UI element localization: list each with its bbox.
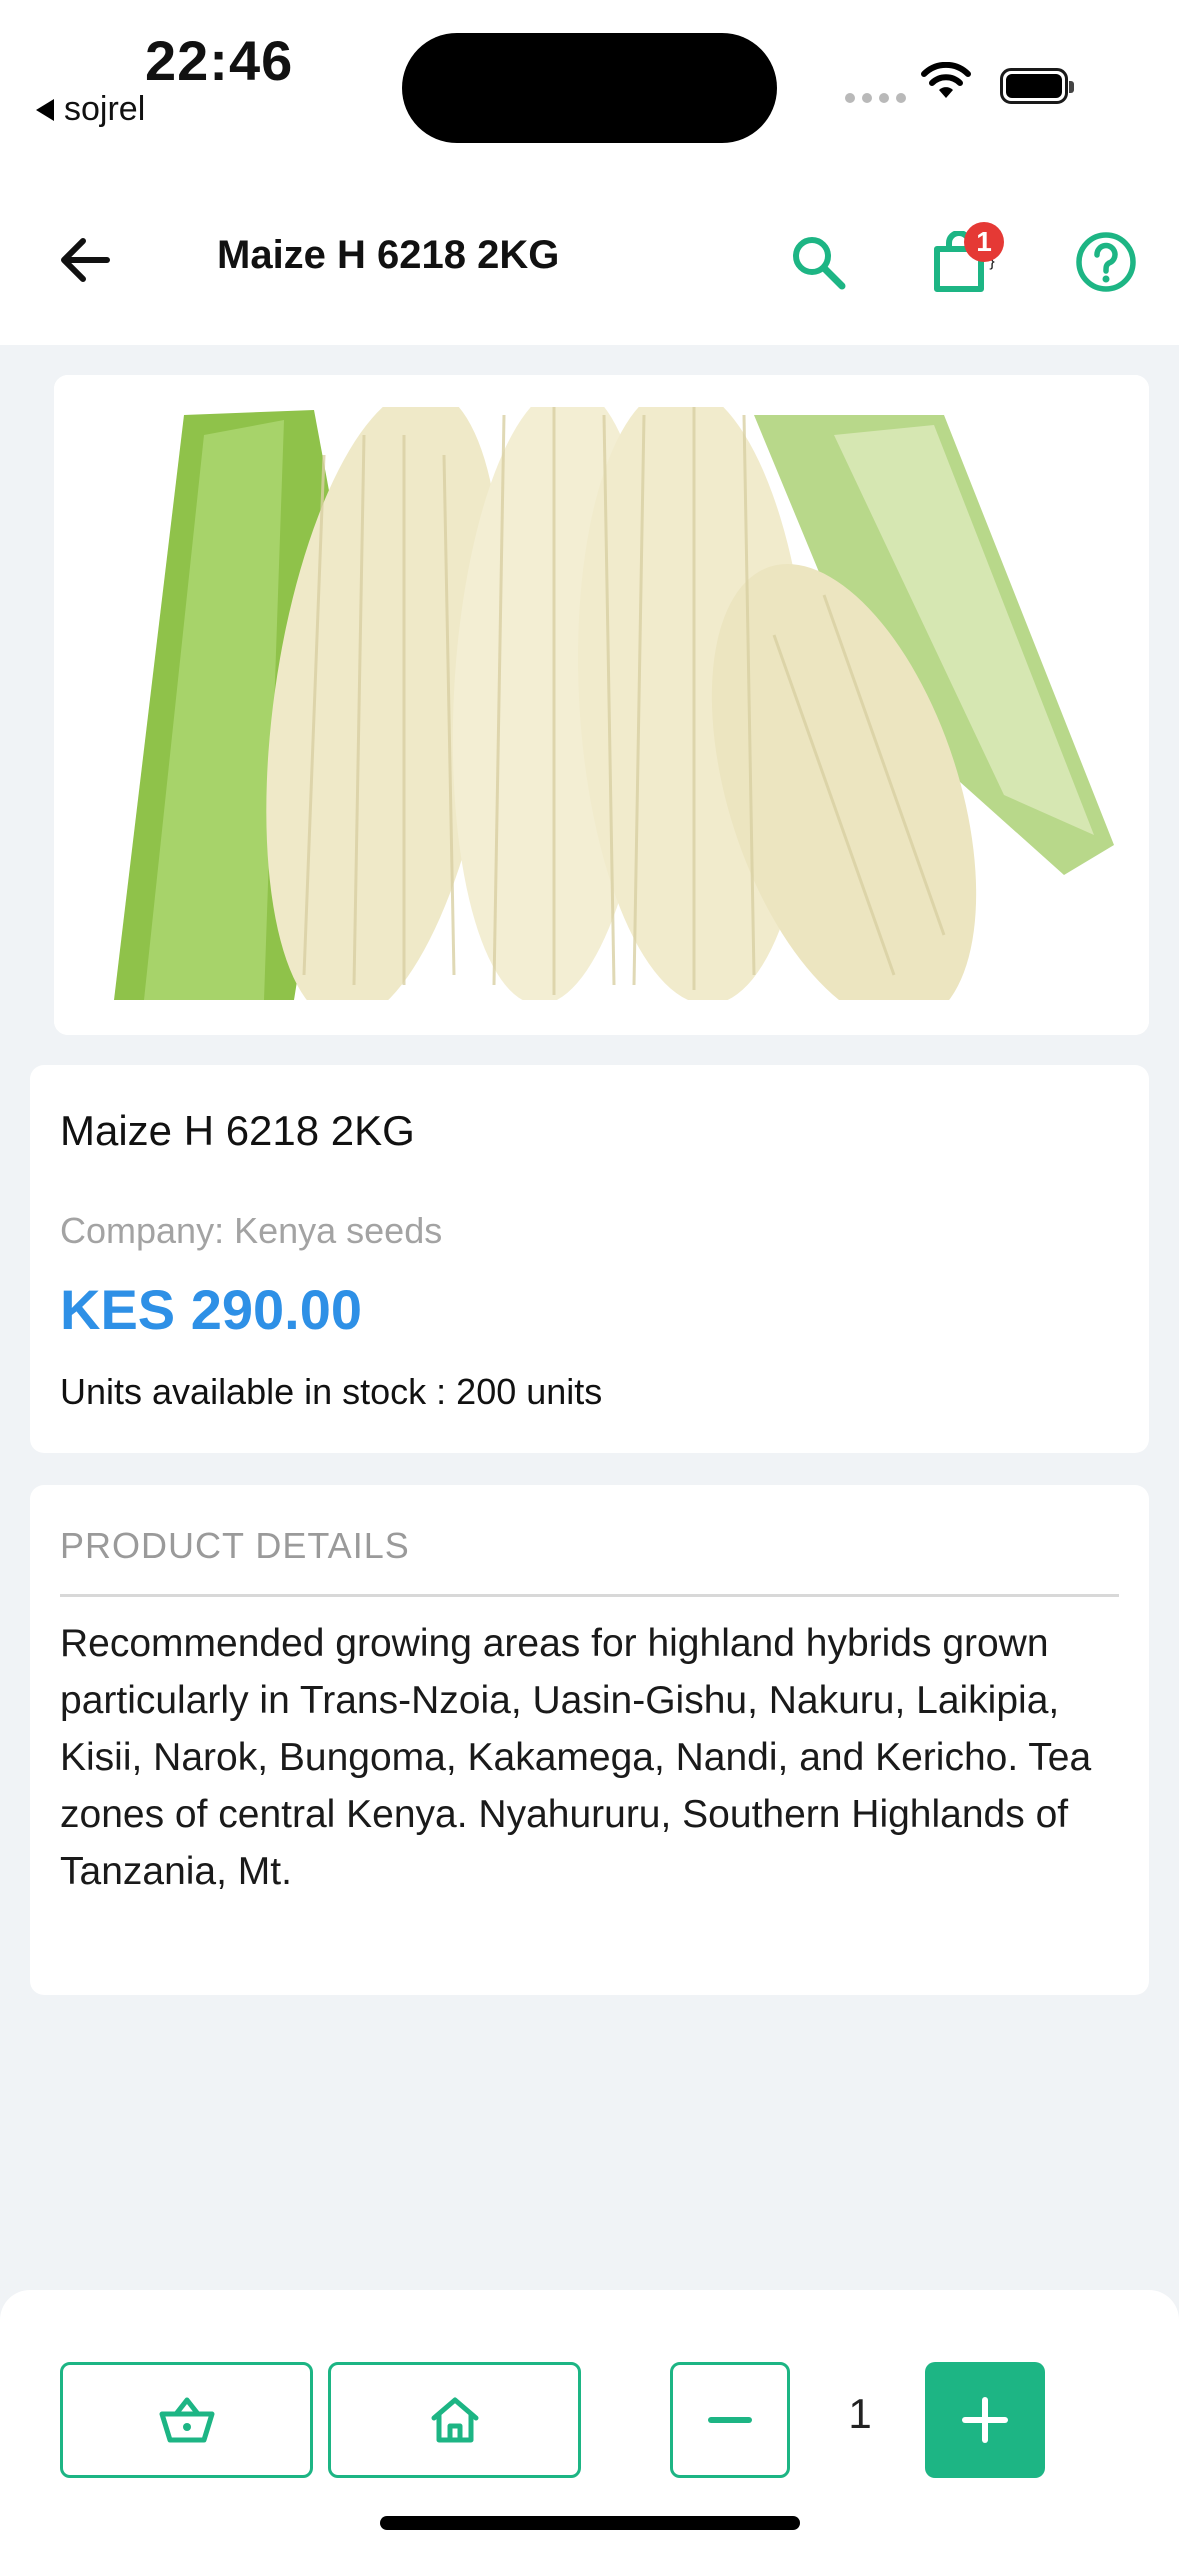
product-price: KES 290.00 xyxy=(60,1278,362,1341)
wifi-icon xyxy=(921,62,971,98)
product-details-text: Recommended growing areas for highland h… xyxy=(60,1622,1092,1893)
maize-cobs-image xyxy=(54,375,1149,1035)
arrow-left-icon xyxy=(61,238,110,282)
plus-icon xyxy=(962,2397,1008,2443)
dynamic-island xyxy=(402,33,777,143)
product-details-card: PRODUCT DETAILS Recommended growing area… xyxy=(30,1485,1149,1995)
basket-icon xyxy=(159,2397,214,2443)
back-button[interactable] xyxy=(50,225,120,295)
product-info-card: Maize H 6218 2KG Company: Kenya seeds KE… xyxy=(30,1065,1149,1453)
increase-quantity-button[interactable] xyxy=(925,2362,1045,2478)
product-stock: Units available in stock : 200 units xyxy=(60,1371,603,1412)
status-bar: 22:46 sojrel xyxy=(0,0,1179,180)
quantity-value: 1 xyxy=(848,2390,872,2437)
decrease-quantity-button[interactable] xyxy=(670,2362,790,2478)
minus-icon xyxy=(708,2417,752,2423)
home-indicator[interactable] xyxy=(380,2516,800,2530)
search-button[interactable] xyxy=(778,222,858,302)
home-button[interactable] xyxy=(328,2362,581,2478)
cart-button[interactable]: 1 } xyxy=(922,222,1004,302)
product-details-heading: PRODUCT DETAILS xyxy=(60,1525,410,1566)
back-app-label: sojrel xyxy=(64,90,146,128)
page-title: Maize H 6218 2KG xyxy=(217,233,560,277)
home-icon xyxy=(431,2397,478,2443)
back-triangle-icon xyxy=(36,98,54,121)
search-icon xyxy=(793,237,846,290)
product-name: Maize H 6218 2KG xyxy=(60,1107,415,1154)
product-company: Company: Kenya seeds xyxy=(60,1210,443,1251)
back-to-app-link[interactable]: sojrel xyxy=(36,90,145,129)
help-circle-icon xyxy=(1076,232,1136,292)
app-bar: Maize H 6218 2KG 1 } xyxy=(0,180,1179,345)
help-button[interactable] xyxy=(1066,222,1146,302)
battery-icon xyxy=(1000,68,1074,104)
cellular-signal-icon xyxy=(845,93,906,103)
product-image-card xyxy=(54,375,1149,1035)
add-to-basket-button[interactable] xyxy=(60,2362,313,2478)
cart-count-badge: 1 xyxy=(964,222,1004,262)
details-divider xyxy=(60,1594,1119,1597)
status-time: 22:46 xyxy=(145,29,294,92)
